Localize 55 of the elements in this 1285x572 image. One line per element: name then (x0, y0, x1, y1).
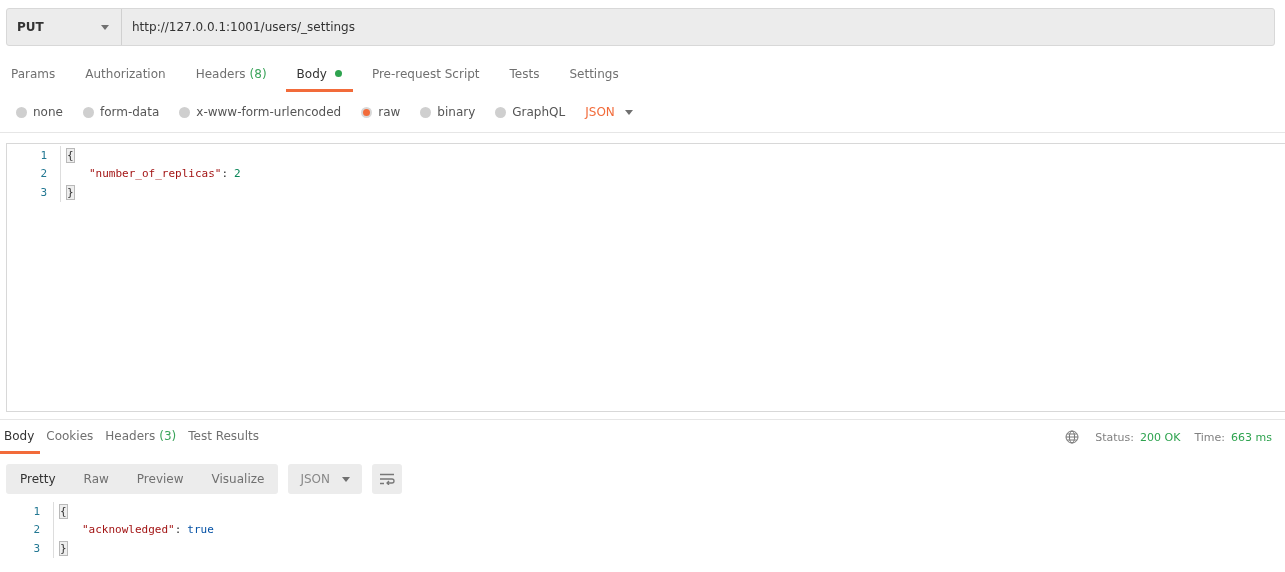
line-number: 3 (39, 185, 48, 199)
line-number: 2 (32, 523, 41, 537)
body-type-option[interactable]: x-www-form-urlencoded (179, 105, 342, 119)
request-tab[interactable]: Pre-request Script (360, 58, 491, 92)
view-mode-button[interactable]: Visualize (197, 464, 279, 494)
json-number: 2 (234, 167, 241, 181)
body-type-option[interactable]: form-data (82, 105, 160, 119)
json-boolean: true (187, 523, 214, 537)
request-tab[interactable]: Tests (498, 58, 551, 92)
response-tab[interactable]: Headers (3) (101, 420, 183, 454)
body-type-option[interactable]: none (16, 105, 63, 119)
body-type-option[interactable]: binary (420, 105, 476, 119)
request-tab[interactable]: Authorization (74, 58, 177, 92)
brace: } (67, 185, 74, 199)
time-label: Time: (1194, 430, 1226, 444)
caret-icon (342, 476, 351, 482)
colon: : (221, 167, 229, 181)
view-mode-button[interactable]: Pretty (6, 464, 70, 494)
colon: : (174, 523, 182, 537)
view-mode-button[interactable]: Raw (69, 464, 123, 494)
globe-icon[interactable] (1065, 430, 1080, 444)
format-dropdown[interactable]: JSON (585, 105, 633, 119)
status-value: 200 OK (1140, 430, 1181, 444)
radio-button[interactable] (179, 106, 191, 118)
code-editor[interactable]: 1 { 2 "number_of_replicas": 2 3 } (6, 143, 1285, 412)
status-label: Status: (1095, 430, 1135, 444)
line-number: 2 (39, 167, 48, 181)
json-key: "number_of_replicas" (89, 167, 222, 181)
wrap-button[interactable] (372, 464, 403, 494)
request-tab[interactable]: Body (285, 58, 353, 92)
wrap-lines-icon (379, 473, 396, 485)
request-tab[interactable]: Settings (558, 58, 630, 92)
response-tab[interactable]: Cookies (42, 420, 100, 454)
radio-button[interactable] (495, 106, 507, 118)
brace: { (60, 504, 67, 518)
radio-button[interactable] (420, 106, 432, 118)
view-mode-button[interactable]: Preview (122, 464, 198, 494)
line-number: 1 (32, 504, 41, 518)
body-type-option[interactable]: GraphQL (495, 105, 566, 119)
response-tab[interactable]: Body (0, 420, 41, 454)
radio-button[interactable] (361, 106, 373, 118)
brace: } (60, 541, 67, 555)
line-number: 3 (32, 541, 41, 555)
radio-button[interactable] (82, 106, 94, 118)
request-tab[interactable]: Params (0, 58, 67, 92)
json-key: "acknowledged" (82, 523, 175, 537)
caret-icon (624, 109, 633, 115)
body-type-option[interactable]: raw (361, 105, 401, 119)
format-dropdown[interactable]: JSON (288, 464, 363, 494)
response-tab[interactable]: Test Results (184, 420, 265, 454)
radio-button[interactable] (16, 106, 27, 118)
brace: { (67, 148, 74, 162)
time-value: 663 ms (1231, 430, 1272, 444)
line-number: 1 (39, 148, 48, 162)
request-tab[interactable]: Headers (8) (184, 58, 278, 92)
